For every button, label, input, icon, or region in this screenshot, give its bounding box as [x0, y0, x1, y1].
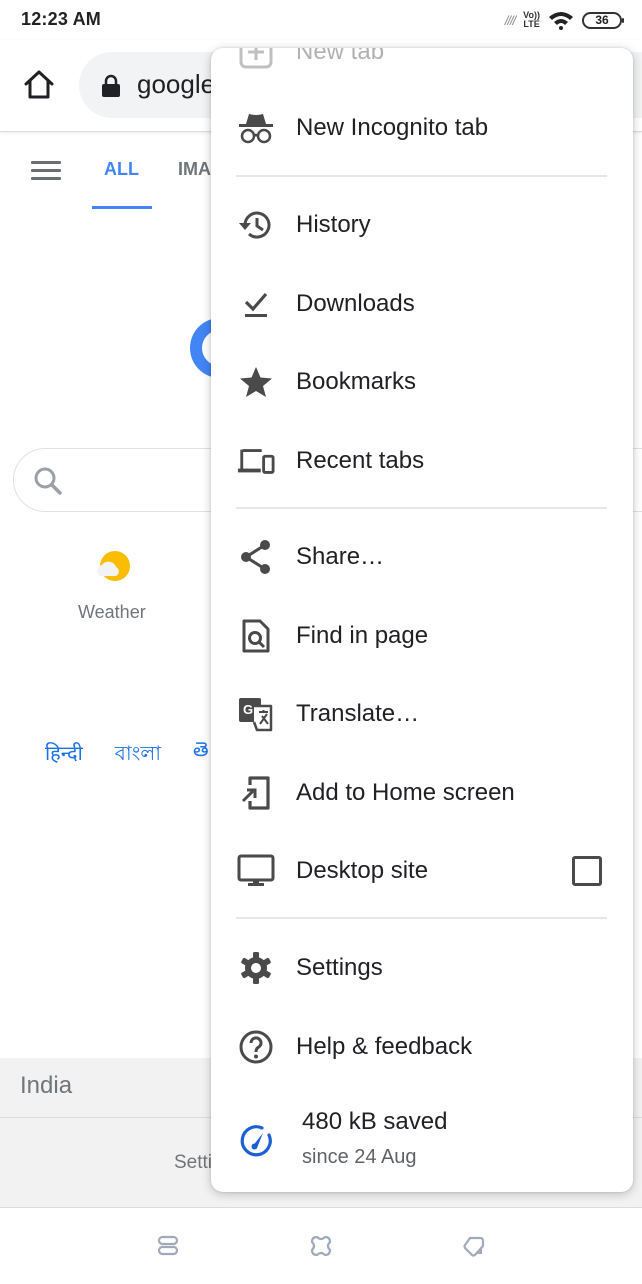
- menu-item-new-incognito-tab[interactable]: New Incognito tab: [211, 89, 633, 167]
- desktop-icon: [237, 852, 275, 890]
- menu-item-label: Add to Home screen: [296, 779, 515, 806]
- home-icon[interactable]: [22, 68, 56, 102]
- menu-item-label: Find in page: [296, 622, 429, 649]
- help-icon: [237, 1028, 275, 1066]
- weather-label[interactable]: Weather: [78, 602, 146, 623]
- data-saver-gauge-icon: [240, 1125, 272, 1157]
- menu-item-help-feedback[interactable]: Help & feedback: [211, 1008, 633, 1086]
- hamburger-menu-icon[interactable]: [31, 161, 61, 181]
- menu-item-label: Bookmarks: [296, 368, 417, 395]
- menu-item-desktop-site[interactable]: Desktop site: [211, 832, 633, 910]
- menu-item-translate[interactable]: G Translate…: [211, 675, 633, 753]
- wifi-icon: [549, 12, 573, 30]
- desktop-site-checkbox[interactable]: [572, 856, 602, 886]
- menu-item-settings[interactable]: Settings: [211, 929, 633, 1007]
- language-link-hindi[interactable]: हिन्दी: [45, 739, 83, 772]
- status-bar: 12:23 AM //// Vo)) LTE 36: [0, 0, 642, 40]
- tab-active-indicator: [92, 206, 152, 209]
- menu-divider: [236, 507, 607, 509]
- overflow-menu: New tab New Incognito tab History Downlo…: [211, 48, 633, 1192]
- translate-icon: G: [237, 695, 275, 733]
- home-nav-icon[interactable]: [309, 1234, 333, 1258]
- volte-icon: Vo)) LTE: [523, 11, 540, 29]
- status-icons: //// Vo)) LTE 36: [504, 8, 624, 32]
- downloads-icon: [237, 285, 275, 323]
- menu-item-label: Recent tabs: [296, 447, 425, 474]
- share-icon: [237, 538, 275, 576]
- volte-bottom: LTE: [523, 19, 540, 29]
- menu-item-downloads[interactable]: Downloads: [211, 265, 633, 343]
- recents-icon[interactable]: [156, 1234, 180, 1258]
- language-links: हिन्दी বাংলা తె: [45, 739, 209, 772]
- data-saved-since: since 24 Aug: [302, 1146, 417, 1168]
- star-icon: [237, 363, 275, 401]
- find-in-page-icon: [237, 617, 275, 655]
- search-icon: [34, 467, 62, 495]
- svg-text:G: G: [243, 702, 253, 717]
- tab-all[interactable]: ALL: [104, 159, 139, 180]
- status-time: 12:23 AM: [21, 9, 101, 29]
- language-link-bangla[interactable]: বাংলা: [115, 739, 161, 772]
- lock-icon: [102, 74, 120, 97]
- menu-item-recent-tabs[interactable]: Recent tabs: [211, 422, 633, 500]
- menu-item-bookmarks[interactable]: Bookmarks: [211, 343, 633, 421]
- data-saved-amount: 480 kB saved: [302, 1108, 448, 1135]
- menu-divider: [236, 917, 607, 919]
- menu-item-find-in-page[interactable]: Find in page: [211, 597, 633, 675]
- menu-item-label: New Incognito tab: [296, 114, 489, 141]
- incognito-icon: [237, 109, 275, 147]
- battery-indicator: 36: [582, 11, 624, 29]
- gear-icon: [237, 949, 275, 987]
- new-tab-icon: [237, 48, 275, 71]
- menu-item-label: Share…: [296, 543, 385, 570]
- menu-item-label: Desktop site: [296, 857, 429, 884]
- system-nav-bar: [0, 1208, 642, 1284]
- add-to-home-icon: [237, 774, 275, 812]
- menu-item-label: Settings: [296, 954, 383, 981]
- menu-item-new-tab[interactable]: New tab: [211, 48, 633, 91]
- menu-item-add-to-home-screen[interactable]: Add to Home screen: [211, 754, 633, 832]
- menu-divider: [236, 175, 607, 177]
- country-label: India: [20, 1072, 73, 1099]
- menu-item-label: Help & feedback: [296, 1033, 473, 1060]
- language-link-telugu[interactable]: తె: [193, 739, 209, 772]
- history-icon: [237, 206, 275, 244]
- back-nav-icon[interactable]: [462, 1234, 486, 1258]
- menu-item-label: Downloads: [296, 290, 415, 317]
- menu-item-label: Translate…: [296, 700, 420, 727]
- menu-item-label: History: [296, 211, 371, 238]
- menu-item-share[interactable]: Share…: [211, 518, 633, 596]
- devices-icon: [237, 442, 275, 480]
- cellular-signal-icon: ////: [504, 12, 516, 28]
- menu-item-history[interactable]: History: [211, 186, 633, 264]
- menu-item-label: New tab: [296, 48, 385, 65]
- weather-icon[interactable]: [96, 550, 130, 584]
